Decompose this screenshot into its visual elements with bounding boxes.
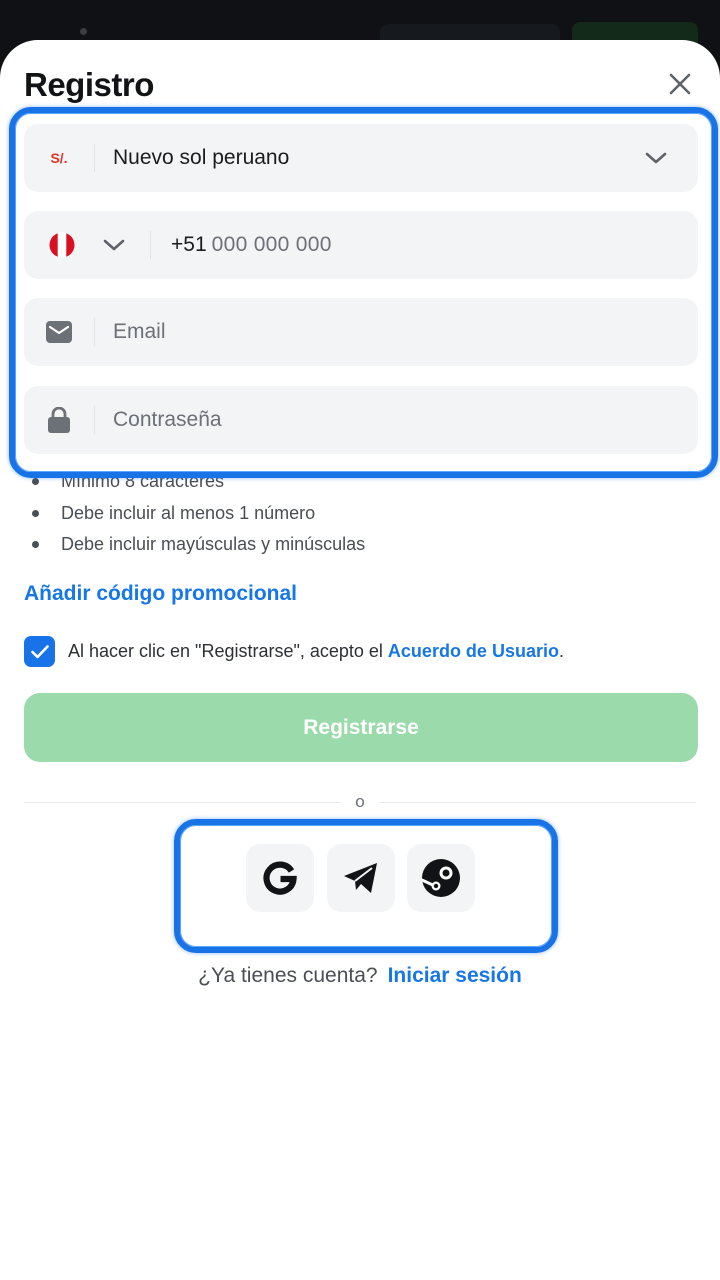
password-rules: Mínimo 8 caracteres Debe incluir al meno… <box>28 466 365 561</box>
email-field[interactable]: Email <box>24 298 698 366</box>
rule-text: Debe incluir mayúsculas y minúsculas <box>61 534 366 555</box>
divider-or: o <box>355 792 365 811</box>
checkmark-icon <box>30 644 49 658</box>
email-icon-wrap <box>24 321 94 343</box>
field-separator <box>94 318 95 346</box>
register-button[interactable]: Registrarse <box>24 693 698 762</box>
password-placeholder: Contraseña <box>113 408 222 431</box>
google-login-button[interactable] <box>246 844 314 912</box>
close-button[interactable] <box>660 64 700 104</box>
envelope-icon <box>46 321 72 343</box>
currency-symbol: S/. <box>50 150 68 166</box>
chevron-down-icon[interactable] <box>102 233 126 257</box>
agreement-checkbox[interactable] <box>24 636 55 667</box>
email-placeholder: Email <box>113 320 166 343</box>
bullet <box>32 509 39 517</box>
phone-placeholder: 000 000 000 <box>211 233 332 256</box>
lock-icon <box>48 407 70 433</box>
google-icon <box>263 861 297 895</box>
add-promo-code-link[interactable]: Añadir código promocional <box>24 582 297 606</box>
close-icon <box>669 73 691 95</box>
phone-field[interactable]: +51 000 000 000 <box>24 211 698 279</box>
currency-symbol-badge: S/. <box>24 150 94 166</box>
login-link[interactable]: Iniciar sesión <box>388 964 522 987</box>
steam-icon <box>421 859 460 897</box>
field-separator <box>94 406 95 434</box>
field-separator <box>94 144 95 172</box>
password-field[interactable]: Contraseña <box>24 386 698 454</box>
login-question: ¿Ya tienes cuenta? <box>198 964 378 987</box>
peru-flag-icon <box>49 232 75 258</box>
divider-line <box>24 802 340 803</box>
currency-name: Nuevo sol peruano <box>113 146 290 169</box>
bullet <box>32 541 39 549</box>
page-title: Registro <box>24 66 154 103</box>
password-rule: Debe incluir mayúsculas y minúsculas <box>28 529 365 561</box>
bullet <box>32 478 39 486</box>
field-separator <box>150 231 151 259</box>
telegram-icon <box>344 863 377 893</box>
dial-code: +51 <box>171 233 207 256</box>
agreement-text: Al hacer clic en "Registrarse", acepto e… <box>68 641 564 662</box>
login-prompt: ¿Ya tienes cuenta? Iniciar sesión <box>0 964 720 988</box>
agreement-prefix: Al hacer clic en "Registrarse", acepto e… <box>68 641 388 661</box>
user-agreement-link[interactable]: Acuerdo de Usuario <box>388 641 559 661</box>
user-agreement-row: Al hacer clic en "Registrarse", acepto e… <box>24 636 564 667</box>
rule-text: Debe incluir al menos 1 número <box>61 502 316 523</box>
status-dot <box>80 28 87 35</box>
divider-line <box>380 802 696 803</box>
telegram-login-button[interactable] <box>327 844 395 912</box>
country-code-selector[interactable] <box>24 232 100 258</box>
steam-login-button[interactable] <box>407 844 475 912</box>
currency-select[interactable]: S/. Nuevo sol peruano <box>24 124 698 192</box>
agreement-suffix: . <box>558 641 564 661</box>
password-rule: Mínimo 8 caracteres <box>28 466 365 498</box>
chevron-down-icon <box>645 152 667 164</box>
password-icon-wrap <box>24 407 94 433</box>
rule-text: Mínimo 8 caracteres <box>61 471 225 492</box>
password-rule: Debe incluir al menos 1 número <box>28 498 365 530</box>
